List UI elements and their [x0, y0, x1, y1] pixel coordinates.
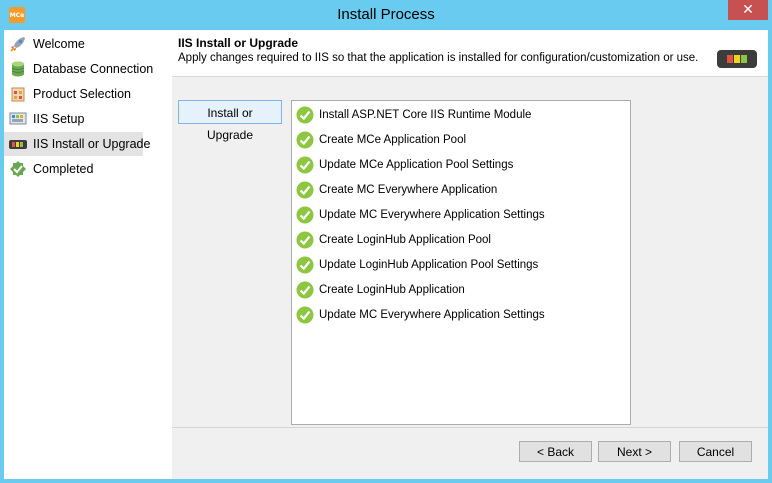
sidebar-item-label: Welcome — [33, 37, 85, 51]
wizard-steps-sidebar: Welcome Database Connection Product Sele… — [4, 30, 172, 479]
check-complete-icon — [296, 156, 314, 174]
install-window: MCe Install Process ✕ Welcome Database C… — [0, 0, 772, 483]
page-header: IIS Install or Upgrade Apply changes req… — [172, 30, 768, 76]
task-item: Update MCe Application Pool Settings — [296, 154, 513, 176]
check-complete-icon — [296, 206, 314, 224]
task-item: Create MC Everywhere Application — [296, 179, 497, 201]
task-label: Update MC Everywhere Application Setting… — [319, 209, 545, 221]
task-label: Update MC Everywhere Application Setting… — [319, 309, 545, 321]
page-title: IIS Install or Upgrade — [178, 36, 299, 50]
check-complete-icon — [296, 256, 314, 274]
sidebar-item-product-selection[interactable]: Product Selection — [4, 82, 143, 106]
iis-status-icon — [717, 50, 757, 68]
task-item: Update LoginHub Application Pool Setting… — [296, 254, 538, 276]
iis-setup-icon — [9, 112, 27, 125]
task-item: Update MC Everywhere Application Setting… — [296, 204, 545, 226]
sidebar-item-welcome[interactable]: Welcome — [4, 32, 143, 56]
product-box-icon — [11, 87, 25, 102]
check-complete-icon — [296, 231, 314, 249]
sidebar-item-label: Database Connection — [33, 62, 154, 76]
title-bar[interactable]: MCe Install Process ✕ — [0, 0, 772, 30]
task-label: Create MC Everywhere Application — [319, 184, 498, 196]
main-panel: IIS Install or Upgrade Apply changes req… — [172, 30, 768, 479]
task-label: Create LoginHub Application Pool — [319, 234, 491, 246]
window-title: Install Process — [337, 6, 435, 23]
rocket-icon — [10, 37, 25, 52]
task-label: Update MCe Application Pool Settings — [319, 159, 514, 171]
task-item: Create MCe Application Pool — [296, 129, 466, 151]
cancel-button[interactable]: Cancel — [679, 441, 752, 462]
header-divider — [172, 76, 768, 77]
close-button[interactable]: ✕ — [728, 0, 768, 20]
install-or-upgrade-button[interactable]: Install or Upgrade — [178, 100, 282, 142]
check-complete-icon — [296, 131, 314, 149]
task-item: Install ASP.NET Core IIS Runtime Module — [296, 104, 531, 126]
task-label: Create MCe Application Pool — [319, 134, 467, 146]
task-label: Create LoginHub Application — [319, 284, 465, 296]
sidebar-item-completed[interactable]: Completed — [4, 157, 143, 181]
page-description: Apply changes required to IIS so that th… — [178, 52, 699, 64]
task-item: Update MC Everywhere Application Setting… — [296, 304, 545, 326]
task-list[interactable]: Install ASP.NET Core IIS Runtime Module … — [291, 100, 631, 425]
sidebar-item-label: IIS Install or Upgrade — [33, 137, 151, 151]
check-complete-icon — [296, 181, 314, 199]
client-area: Welcome Database Connection Product Sele… — [4, 30, 768, 479]
sidebar-item-label: IIS Setup — [33, 112, 85, 126]
next-button[interactable]: Next > — [598, 441, 671, 462]
sidebar-item-iis-install-or-upgrade[interactable]: IIS Install or Upgrade — [4, 132, 150, 156]
check-complete-icon — [296, 281, 314, 299]
footer-divider — [172, 427, 768, 428]
check-complete-icon — [296, 306, 314, 324]
sidebar-item-database-connection[interactable]: Database Connection — [4, 57, 153, 81]
task-label: Update LoginHub Application Pool Setting… — [319, 259, 539, 271]
task-item: Create LoginHub Application — [296, 279, 465, 301]
task-label: Install ASP.NET Core IIS Runtime Module — [319, 109, 532, 121]
database-icon — [11, 61, 25, 77]
completed-check-icon — [10, 161, 26, 177]
sidebar-item-iis-setup[interactable]: IIS Setup — [4, 107, 143, 131]
task-item: Create LoginHub Application Pool — [296, 229, 491, 251]
back-button[interactable]: < Back — [519, 441, 592, 462]
sidebar-item-label: Product Selection — [33, 87, 131, 101]
iis-install-icon — [9, 140, 27, 149]
check-complete-icon — [296, 106, 314, 124]
sidebar-item-label: Completed — [33, 162, 94, 176]
